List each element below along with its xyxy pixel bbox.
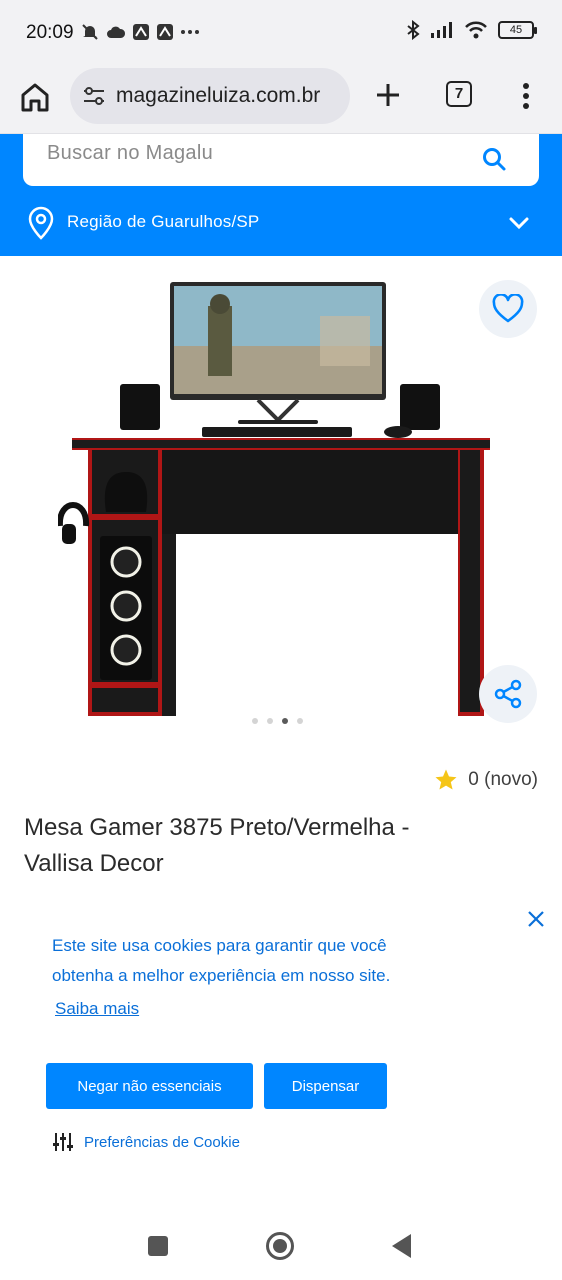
tab-switcher-button[interactable]: 7 bbox=[446, 81, 472, 107]
carousel-dot[interactable] bbox=[282, 718, 288, 724]
site-settings-icon[interactable] bbox=[80, 82, 108, 110]
product-title-line: Vallisa Decor bbox=[24, 850, 164, 877]
close-icon[interactable] bbox=[526, 909, 546, 929]
search-input[interactable]: Buscar no Magalu bbox=[47, 142, 213, 165]
cookie-banner: Este site usa cookies para garantir que … bbox=[0, 895, 562, 1195]
location-pin-icon bbox=[28, 206, 54, 240]
dismiss-button[interactable]: Dispensar bbox=[264, 1063, 387, 1109]
product-gallery[interactable] bbox=[0, 256, 562, 736]
carousel-dot[interactable] bbox=[252, 718, 258, 724]
chevron-down-icon[interactable] bbox=[508, 212, 530, 234]
battery-icon: 45 bbox=[498, 21, 537, 39]
cookie-message-line: Este site usa cookies para garantir que … bbox=[52, 936, 387, 955]
product-image[interactable] bbox=[58, 276, 498, 716]
more-dots-icon bbox=[181, 30, 199, 34]
cloud-icon bbox=[107, 26, 126, 38]
status-bar: 20:09 45 bbox=[0, 0, 562, 62]
status-time: 20:09 bbox=[26, 22, 74, 43]
heart-icon bbox=[492, 294, 524, 323]
signal-icon bbox=[431, 22, 452, 38]
favorite-button[interactable] bbox=[479, 280, 537, 338]
sliders-icon bbox=[53, 1133, 73, 1151]
region-selector[interactable]: Região de Guarulhos/SP bbox=[0, 198, 562, 248]
carousel-indicator bbox=[252, 718, 303, 724]
product-title: Mesa Gamer 3875 Preto/Vermelha - Vallisa… bbox=[24, 810, 524, 882]
share-icon bbox=[494, 679, 522, 709]
notification-icons bbox=[80, 22, 200, 42]
share-button[interactable] bbox=[479, 665, 537, 723]
muted-bell-icon bbox=[82, 24, 98, 40]
rating-text: 0 (novo) bbox=[468, 769, 538, 790]
app-notification-icon bbox=[133, 24, 149, 40]
search-box[interactable]: Buscar no Magalu bbox=[23, 134, 539, 186]
back-button[interactable] bbox=[392, 1234, 411, 1258]
cookie-message: Este site usa cookies para garantir que … bbox=[52, 931, 482, 991]
cookie-preferences-label: Preferências de Cookie bbox=[84, 1133, 240, 1151]
cookie-preferences-link[interactable]: Preferências de Cookie bbox=[52, 1131, 240, 1153]
carousel-dot[interactable] bbox=[267, 718, 273, 724]
home-icon[interactable] bbox=[18, 80, 52, 114]
search-icon[interactable] bbox=[481, 146, 507, 172]
star-icon bbox=[435, 769, 457, 790]
address-bar[interactable]: magazineluiza.com.br bbox=[70, 68, 350, 124]
url-text: magazineluiza.com.br bbox=[116, 84, 321, 107]
bluetooth-icon bbox=[407, 20, 420, 40]
product-title-line: Mesa Gamer 3875 Preto/Vermelha - bbox=[24, 814, 410, 841]
browser-menu-icon[interactable] bbox=[516, 80, 536, 112]
site-header: Buscar no Magalu Região de Guarulhos/SP bbox=[0, 134, 562, 256]
wifi-icon bbox=[465, 21, 487, 39]
home-button[interactable] bbox=[266, 1232, 294, 1260]
product-rating[interactable]: 0 (novo) bbox=[434, 768, 538, 792]
new-tab-icon[interactable] bbox=[372, 79, 404, 111]
cookie-message-line: obtenha a melhor experiência em nosso si… bbox=[52, 966, 391, 985]
learn-more-link[interactable]: Saiba mais bbox=[55, 999, 139, 1019]
system-nav-bar bbox=[0, 1210, 562, 1280]
carousel-dot[interactable] bbox=[297, 718, 303, 724]
app-notification-icon bbox=[157, 24, 173, 40]
system-icons: 45 bbox=[406, 20, 537, 40]
deny-nonessential-button[interactable]: Negar não essenciais bbox=[46, 1063, 253, 1109]
recents-button[interactable] bbox=[148, 1236, 168, 1256]
region-label: Região de Guarulhos/SP bbox=[67, 212, 260, 231]
browser-toolbar: magazineluiza.com.br 7 bbox=[0, 62, 562, 134]
